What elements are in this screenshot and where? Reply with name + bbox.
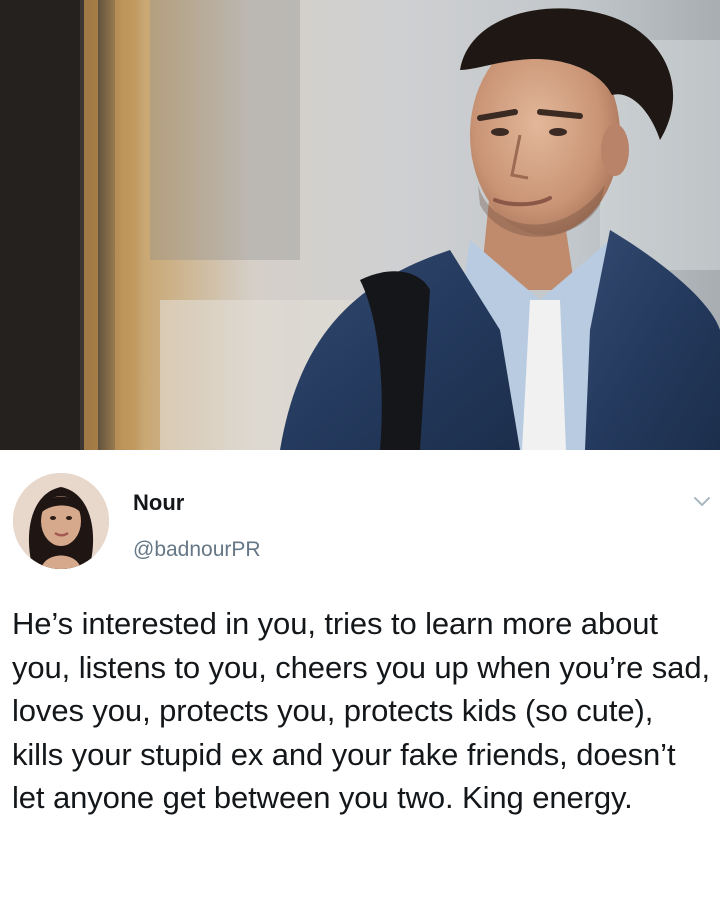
user-avatar[interactable] [13, 473, 109, 569]
chevron-down-icon[interactable] [692, 492, 712, 512]
tweet-photo[interactable] [0, 0, 720, 450]
avatar-image [13, 473, 109, 569]
user-handle[interactable]: @badnourPR [133, 537, 261, 563]
display-name[interactable]: Nour [133, 490, 184, 516]
tweet-text: He’s interested in you, tries to learn m… [12, 606, 710, 815]
photo-illustration [0, 0, 720, 450]
